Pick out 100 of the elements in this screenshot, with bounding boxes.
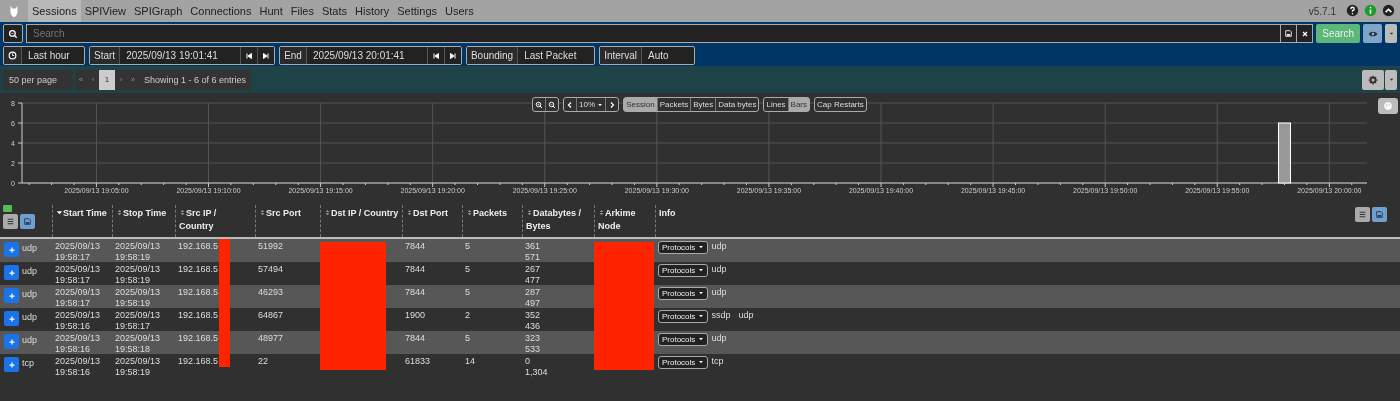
column-header[interactable]: Info (659, 207, 676, 235)
nav-tab[interactable]: History (351, 0, 394, 22)
page-button[interactable]: » (127, 69, 140, 90)
nav-tab[interactable]: Files (286, 0, 318, 22)
metric-toggle[interactable]: Session (624, 98, 658, 111)
table-cell-text: 497 (525, 298, 542, 308)
nav-tab[interactable]: SPIView (80, 0, 130, 22)
column-header[interactable]: Src IP / Country (179, 207, 252, 233)
table-cell-text: 5 (464, 332, 471, 345)
globe-icon (1383, 101, 1393, 111)
nav-tab[interactable]: Stats (317, 0, 352, 22)
protocols-dropdown[interactable]: Protocols (658, 287, 708, 300)
expand-button[interactable] (4, 334, 19, 349)
sort-icon (598, 209, 605, 216)
entries-count: Showing 1 - 6 of 6 entries (143, 74, 248, 85)
table-cell-text: 2025/09/13 19:58:19 (114, 240, 162, 262)
expand-button[interactable] (4, 242, 19, 257)
protocol-tag: udp (711, 241, 727, 252)
zoom-in-button[interactable] (533, 98, 546, 111)
map-button[interactable] (1378, 98, 1398, 114)
chart-type-toggle[interactable]: Lines (764, 98, 789, 111)
settings-icon (1368, 74, 1378, 85)
protocol-tag: udp (711, 287, 727, 298)
column-header[interactable]: Databytes / Bytes (526, 207, 591, 233)
expand-button[interactable] (4, 311, 19, 326)
table-cell: 192.168.5 (178, 264, 219, 274)
save-button[interactable] (1372, 207, 1387, 222)
dropdown-button[interactable] (1385, 24, 1397, 43)
protocols-dropdown[interactable]: Protocols (658, 356, 708, 369)
caret-icon (697, 313, 704, 319)
dropdown-button[interactable] (1385, 69, 1397, 90)
sort-icon (179, 209, 186, 216)
protocol-tag: udp (711, 264, 727, 275)
column-header[interactable]: Dst Port (406, 207, 459, 220)
table-cell-text: 2025/09/13 19:58:16 (54, 309, 102, 331)
sort-icon (526, 209, 533, 216)
column-header[interactable]: Start Time (56, 207, 109, 220)
table-cell-text: 14 (464, 355, 476, 368)
table-cell-text: 46293 (257, 286, 285, 299)
plus-icon (7, 337, 16, 346)
expand-button[interactable] (4, 288, 19, 303)
table-cell-text: 5 (464, 263, 471, 276)
columns-button[interactable] (1355, 207, 1370, 222)
eye-button[interactable] (1363, 24, 1382, 43)
table-cell-text: 2025/09/13 19:58:17 (54, 263, 102, 285)
caret-icon (1387, 30, 1395, 37)
column-header[interactable]: Dst IP / Country (324, 207, 399, 220)
page-button[interactable]: › (115, 69, 128, 90)
metric-toggle[interactable]: Bytes (691, 98, 717, 111)
table-cell-text: udp (22, 311, 38, 324)
table-cell-text: 571 (525, 252, 542, 262)
settings-button[interactable] (1362, 69, 1384, 90)
table-cell: 192.168.5 (178, 287, 219, 297)
page-button[interactable]: 1 (99, 69, 116, 90)
page-button[interactable]: ‹ (87, 69, 100, 90)
nav-tab[interactable]: Settings (393, 0, 442, 22)
protocol-tag: tcp (711, 356, 724, 367)
per-page-select[interactable]: 50 per page (3, 69, 74, 90)
search-field[interactable]: Search (26, 24, 1282, 43)
nav-tab[interactable]: SPIGraph (130, 0, 187, 22)
caret-icon (1387, 76, 1395, 83)
columns-button[interactable] (3, 214, 18, 229)
table-cell-text: udp (22, 265, 38, 278)
table-cell-text: 0 (525, 356, 531, 367)
expand-button[interactable] (4, 357, 19, 372)
save-button[interactable] (20, 214, 35, 229)
table-cell-text: 48977 (257, 332, 285, 345)
table-cell-text: 51992 (257, 240, 285, 253)
cap-restarts-toggle[interactable]: Cap Restarts (815, 98, 866, 111)
table-cell-text: 2025/09/13 19:58:18 (114, 332, 162, 354)
table-cell-text: 287 (525, 287, 542, 298)
metric-toggle[interactable]: Packets (657, 98, 692, 111)
nav-tab[interactable]: Users (441, 0, 478, 22)
plus-icon (7, 314, 16, 323)
table-cell-text: 477 (525, 275, 542, 285)
table-cell: 192.168.5 (178, 356, 219, 366)
caret-icon (697, 267, 704, 273)
column-header[interactable]: Src Port (259, 207, 317, 220)
column-header[interactable]: Stop Time (116, 207, 172, 220)
expand-button[interactable] (4, 265, 19, 280)
column-header[interactable]: Arkime Node (598, 207, 652, 233)
protocols-dropdown[interactable]: Protocols (658, 241, 708, 254)
save-icon (23, 217, 32, 226)
page-button[interactable]: « (75, 69, 88, 90)
table-cell-text: 2 (464, 309, 471, 322)
table-cell-text: 352 (525, 310, 542, 321)
nav-tab[interactable]: Sessions (28, 0, 81, 22)
protocols-dropdown[interactable]: Protocols (658, 264, 708, 277)
list-icon (1358, 210, 1367, 219)
zoom-out-icon (548, 100, 556, 109)
caret-icon (597, 101, 604, 108)
protocols-dropdown[interactable]: Protocols (658, 333, 708, 346)
chevron-left-icon (566, 100, 574, 109)
nav-tab[interactable]: Connections (186, 0, 256, 22)
metric-toggle[interactable]: Data bytes (716, 98, 759, 111)
table-cell-text: 2025/09/13 19:58:17 (54, 286, 102, 308)
nav-tab[interactable]: Hunt (255, 0, 287, 22)
protocols-dropdown[interactable]: Protocols (658, 310, 708, 323)
bar (1278, 122, 1291, 184)
column-header[interactable]: Packets (466, 207, 519, 220)
